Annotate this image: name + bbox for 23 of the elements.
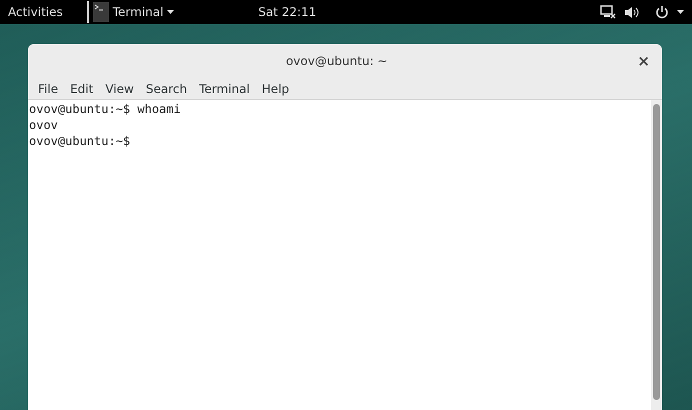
menu-item[interactable]: File <box>32 80 64 98</box>
caret-icon <box>167 10 174 14</box>
volume-icon[interactable] <box>624 6 640 18</box>
menu-item[interactable]: View <box>99 80 140 98</box>
menu-item[interactable]: Edit <box>64 80 100 98</box>
activities-button[interactable]: Activities <box>8 3 63 21</box>
terminal-line: ovov@ubuntu:~$ <box>29 133 132 149</box>
terminal-line: ovov@ubuntu:~$ whoami <box>29 101 182 117</box>
clock[interactable]: Sat 22:11 <box>258 3 316 21</box>
network-icon[interactable] <box>600 5 616 19</box>
app-menu[interactable]: Terminal <box>112 3 164 21</box>
menu-item[interactable]: Terminal <box>193 80 256 98</box>
caret-icon[interactable] <box>677 10 684 14</box>
close-button[interactable]: × <box>637 50 650 72</box>
scrollbar-thumb[interactable] <box>653 104 660 400</box>
menu-item[interactable]: Search <box>140 80 194 98</box>
scrollbar[interactable] <box>651 100 662 410</box>
power-icon[interactable] <box>655 5 670 19</box>
terminal-area[interactable]: ovov@ubuntu:~$ whoami ovov ovov@ubuntu:~$ <box>28 100 651 410</box>
terminal-line: ovov <box>29 117 59 133</box>
terminal-icon <box>92 2 109 22</box>
menu-item[interactable]: Help <box>256 80 296 98</box>
window-title: ovov@ubuntu: ~ <box>284 53 388 70</box>
